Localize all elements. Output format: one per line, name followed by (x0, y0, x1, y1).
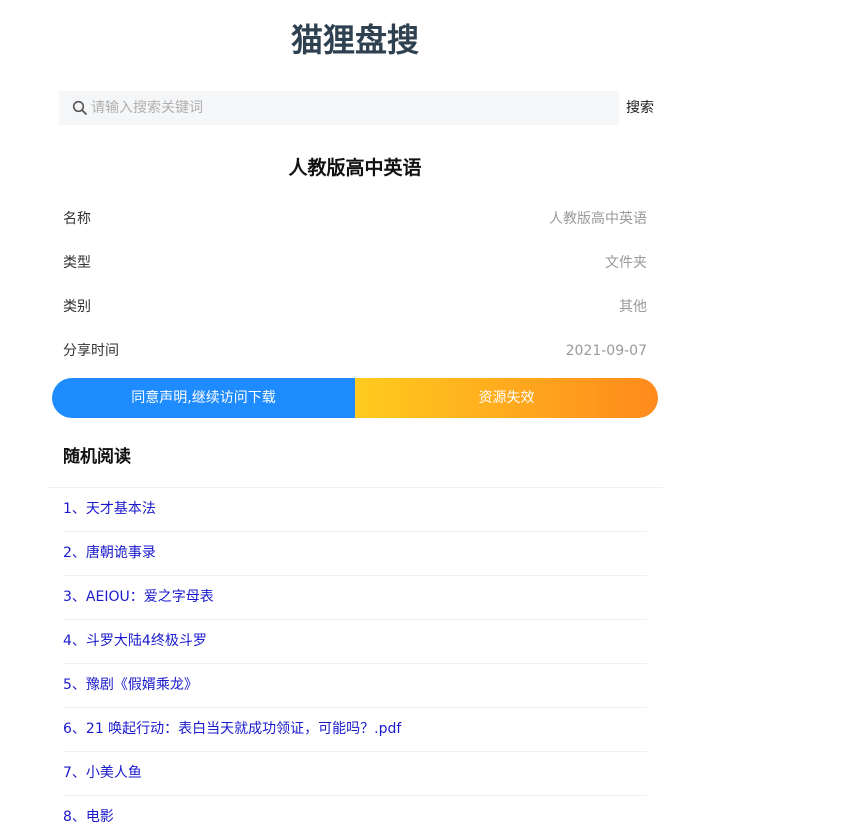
list-item: 3、AEIOU：爱之字母表 (63, 576, 647, 620)
search-input[interactable] (91, 91, 611, 125)
info-row-category: 类别 其他 (63, 296, 647, 318)
info-value: 2021-09-07 (565, 343, 647, 359)
reading-link[interactable]: 3、AEIOU：爱之字母表 (63, 589, 214, 605)
info-row-type: 类型 文件夹 (63, 252, 647, 274)
info-label: 分享时间 (63, 343, 119, 359)
info-label: 名称 (63, 211, 91, 227)
list-item: 4、斗罗大陆4终极斗罗 (63, 620, 647, 664)
info-value: 文件夹 (605, 255, 647, 271)
list-item: 5、豫剧《假婿乘龙》 (63, 664, 647, 708)
reading-link[interactable]: 5、豫剧《假婿乘龙》 (63, 677, 198, 693)
reading-link[interactable]: 1、天才基本法 (63, 501, 156, 517)
reading-link[interactable]: 8、电影 (63, 809, 114, 825)
info-row-name: 名称 人教版高中英语 (63, 208, 647, 230)
reading-link[interactable]: 6、21 唤起行动：表白当天就成功领证，可能吗？.pdf (63, 721, 401, 737)
agree-download-button[interactable]: 同意声明,继续访问下载 (52, 378, 355, 418)
info-label: 类型 (63, 255, 91, 271)
random-reading-title: 随机阅读 (63, 447, 131, 467)
page: 猫狸盘搜 搜索 人教版高中英语 名称 人教版高中英语 类型 文件夹 类别 其他 … (0, 0, 842, 834)
search-bar (59, 91, 619, 125)
resource-title: 人教版高中英语 (288, 157, 422, 179)
action-bar: 同意声明,继续访问下载 资源失效 (52, 378, 658, 418)
list-item: 8、电影 (63, 796, 647, 834)
info-row-share-time: 分享时间 2021-09-07 (63, 340, 647, 362)
info-value: 其他 (619, 299, 647, 315)
info-value: 人教版高中英语 (549, 211, 647, 227)
site-logo[interactable]: 猫狸盘搜 (291, 18, 431, 62)
resource-invalid-button[interactable]: 资源失效 (355, 378, 658, 418)
search-icon (72, 100, 88, 116)
search-button[interactable]: 搜索 (626, 97, 654, 119)
random-reading-list: 1、天才基本法 2、唐朝诡事录 3、AEIOU：爱之字母表 4、斗罗大陆4终极斗… (63, 488, 647, 834)
list-item: 6、21 唤起行动：表白当天就成功领证，可能吗？.pdf (63, 708, 647, 752)
reading-link[interactable]: 4、斗罗大陆4终极斗罗 (63, 633, 207, 649)
list-item: 2、唐朝诡事录 (63, 532, 647, 576)
info-label: 类别 (63, 299, 91, 315)
reading-link[interactable]: 2、唐朝诡事录 (63, 545, 156, 561)
list-item: 7、小美人鱼 (63, 752, 647, 796)
list-item: 1、天才基本法 (63, 488, 647, 532)
reading-link[interactable]: 7、小美人鱼 (63, 765, 142, 781)
